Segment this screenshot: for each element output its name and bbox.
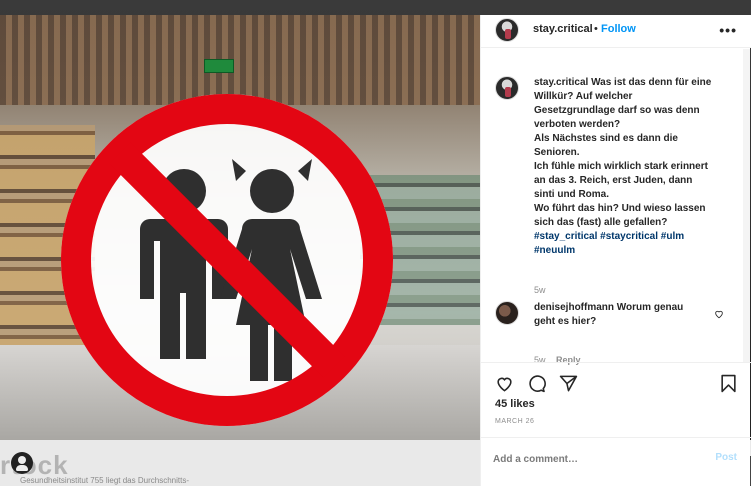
caption-line: Als Nächstes sind es dann die <box>534 133 678 144</box>
caption-line: an das 3. Reich, erst Juden, dann <box>534 175 693 186</box>
commenter-username[interactable]: denisejhoffmann <box>534 302 614 313</box>
caption-line: verboten werden? <box>534 119 621 130</box>
likes-count[interactable]: 45 likes <box>495 398 535 410</box>
reply-button[interactable]: Reply <box>556 355 581 365</box>
share-icon[interactable] <box>559 374 578 393</box>
comment-text: denisejhoffmann Worum genau geht es hier… <box>534 301 709 329</box>
background-profile-icon[interactable] <box>11 452 33 474</box>
add-comment-bar: Post <box>481 437 751 484</box>
header-divider <box>481 47 751 48</box>
post-date[interactable]: MARCH 26 <box>495 418 534 425</box>
hashtag-link[interactable]: #stay_critical <box>534 231 597 242</box>
hashtag-link[interactable]: #ulm <box>661 231 684 242</box>
no-children-sign-icon <box>61 94 393 426</box>
caption-line: Wo führt das hin? Und wieso lassen <box>534 203 706 214</box>
hashtag-link[interactable]: #staycritical <box>600 231 658 242</box>
caption-line: Gesetzgrundlage darf so was denn <box>534 105 700 116</box>
comment-input[interactable] <box>493 449 693 469</box>
comment-text-line: Worum genau <box>616 302 684 313</box>
post-side-panel: stay.critical • Follow ••• stay.critical… <box>480 15 751 486</box>
author-avatar[interactable] <box>495 18 519 42</box>
caption-line: Ich fühle mich wirklich stark erinnert <box>534 161 708 172</box>
caption-line: Was ist das denn für eine <box>591 77 712 88</box>
hashtag-link[interactable]: #neuulm <box>534 245 575 256</box>
header-separator: • <box>594 23 598 35</box>
exit-sign <box>204 59 234 73</box>
comments-list[interactable]: stay.critical Was ist das denn für eine … <box>481 65 743 365</box>
caption-line: sich das (fast) alle gefallen? <box>534 217 668 228</box>
comment-timestamp[interactable]: 5w <box>534 355 546 365</box>
follow-button[interactable]: Follow <box>601 23 636 35</box>
post-comment-button[interactable]: Post <box>715 452 737 463</box>
commenter-avatar[interactable] <box>495 301 519 325</box>
caption-timestamp[interactable]: 5w <box>534 285 546 295</box>
comments-scrollbar[interactable] <box>743 49 750 362</box>
heart-icon[interactable] <box>495 374 514 393</box>
caption-line: Senioren. <box>534 147 580 158</box>
post-caption: stay.critical Was ist das denn für eine … <box>534 76 724 258</box>
comment-text-line: geht es hier? <box>534 316 597 327</box>
caption-username[interactable]: stay.critical <box>534 77 588 88</box>
more-options-icon[interactable]: ••• <box>719 22 737 38</box>
bookmark-icon[interactable] <box>719 374 738 393</box>
post-image[interactable] <box>0 15 480 440</box>
background-faint-caption: Gesundheitsinstitut 755 liegt das Durchs… <box>20 476 189 485</box>
author-username[interactable]: stay.critical <box>533 23 593 35</box>
caption-avatar[interactable] <box>495 76 519 100</box>
caption-line: Willkür? Auf welcher <box>534 91 633 102</box>
actions-divider <box>481 362 751 363</box>
post-header: stay.critical • Follow ••• <box>481 15 751 47</box>
caption-line: sinti und Roma. <box>534 189 609 200</box>
small-heart-icon[interactable] <box>714 309 724 319</box>
comment-icon[interactable] <box>527 374 546 393</box>
